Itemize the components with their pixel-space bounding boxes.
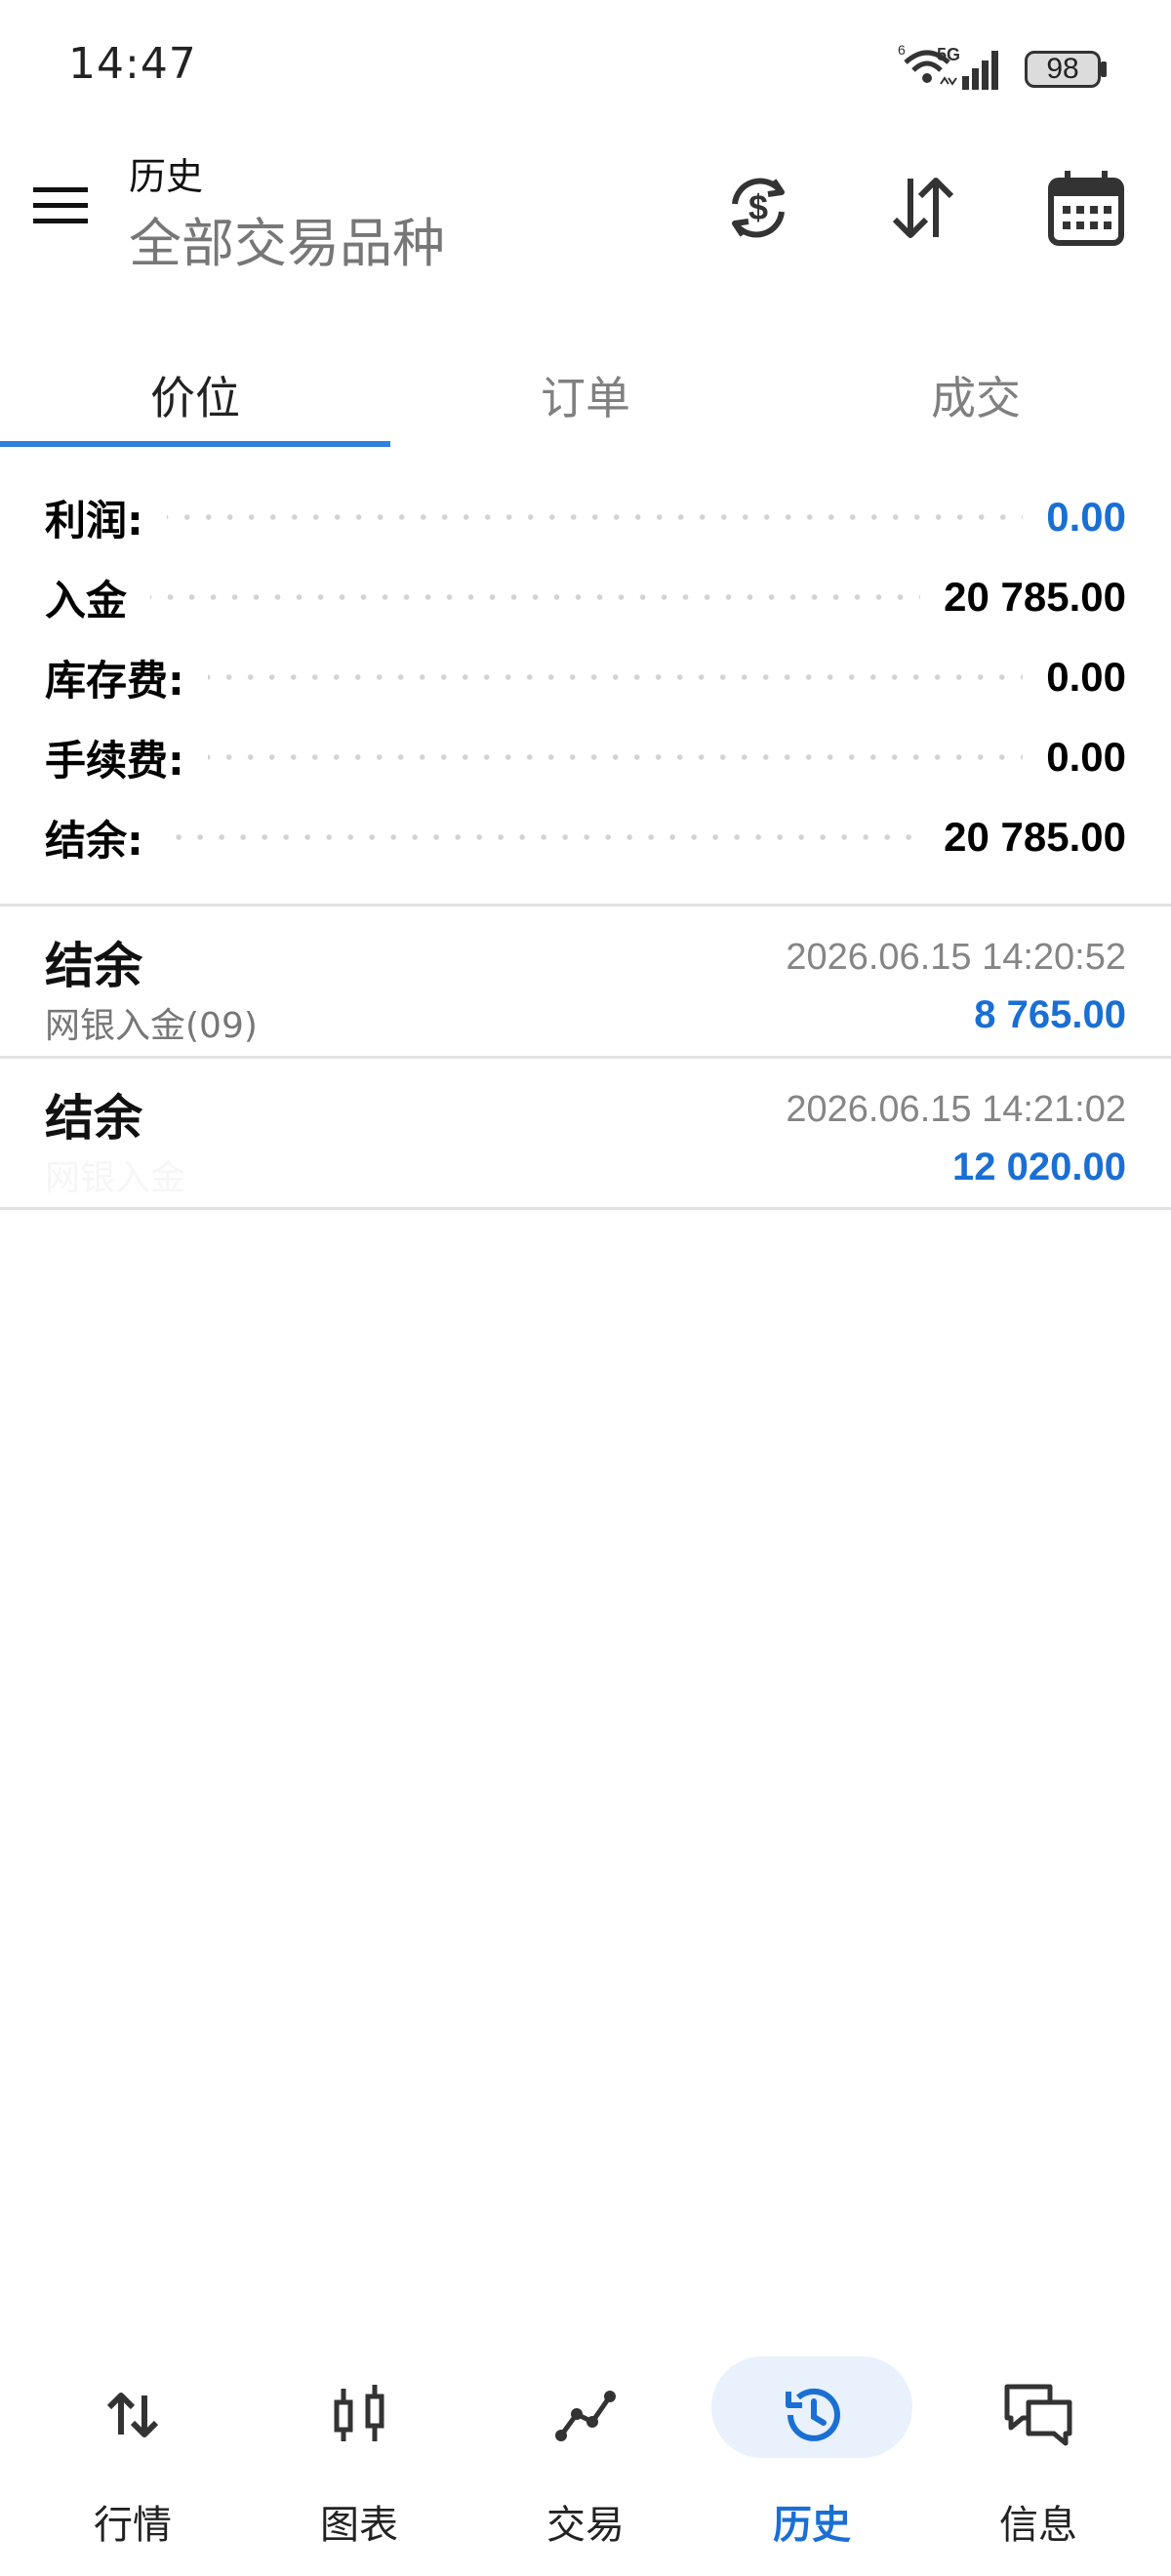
currency-refresh-button[interactable]: $ xyxy=(714,164,802,252)
dot-leader xyxy=(207,754,1024,760)
nav-label: 信息 xyxy=(999,2503,1077,2548)
record-amount: 8 765.00 xyxy=(974,993,1126,1036)
divider xyxy=(0,1207,1171,1210)
dot-leader xyxy=(166,834,921,840)
nav-charts[interactable]: 图表 xyxy=(262,2356,457,2548)
record-amount: 12 020.00 xyxy=(952,1146,1126,1188)
dot-leader xyxy=(207,674,1024,680)
menu-button[interactable] xyxy=(29,176,98,234)
divider xyxy=(0,1056,1171,1059)
record-comment: 网银入金 xyxy=(45,1158,186,1198)
currency-refresh-icon: $ xyxy=(732,178,785,238)
nav-label: 交易 xyxy=(546,2503,625,2548)
chat-messages-icon xyxy=(985,2376,1092,2454)
battery-icon: 98 xyxy=(1025,51,1101,88)
history-clock-icon xyxy=(758,2376,866,2454)
summary-row-profit: 利润: 0.00 xyxy=(45,488,1126,546)
tab-positions[interactable]: 价位 xyxy=(0,342,390,449)
nav-label: 行情 xyxy=(94,2503,172,2548)
battery-tip xyxy=(1101,61,1107,77)
summary-row-balance: 结余: 20 785.00 xyxy=(45,808,1126,866)
dot-leader xyxy=(150,594,921,600)
network-type: 5G xyxy=(937,45,960,64)
nav-label: 图表 xyxy=(320,2503,398,2548)
trade-line-icon xyxy=(532,2376,639,2454)
summary-value: 0.00 xyxy=(1046,734,1126,780)
summary-row-swap: 库存费: 0.00 xyxy=(45,648,1126,706)
calendar-button[interactable] xyxy=(1042,164,1130,252)
dot-leader xyxy=(166,514,1024,520)
divider xyxy=(0,904,1171,906)
summary-value: 0.00 xyxy=(1046,654,1126,700)
record-type: 结余 xyxy=(45,1090,142,1147)
summary-value: 20 785.00 xyxy=(944,574,1126,620)
status-time: 14:47 xyxy=(68,39,197,89)
signal-icon: 5G xyxy=(937,45,998,90)
tab-orders[interactable]: 订单 xyxy=(390,342,781,449)
record-comment: 网银入金(09) xyxy=(45,1006,258,1046)
battery-level: 98 xyxy=(1046,53,1079,85)
sort-button[interactable] xyxy=(878,164,966,252)
list-item[interactable]: 结余 网银入金 2026.06.15 14:21:02 12 020.00 xyxy=(0,1060,1171,1206)
nav-history[interactable]: 历史 xyxy=(711,2356,912,2548)
summary-label: 利润: xyxy=(45,496,143,544)
svg-text:$: $ xyxy=(748,187,768,227)
nav-label: 历史 xyxy=(773,2503,851,2548)
summary-row-commission: 手续费: 0.00 xyxy=(45,728,1126,786)
sort-arrows-icon xyxy=(892,178,954,238)
summary-value: 20 785.00 xyxy=(944,814,1126,860)
summary-row-deposit: 入金 20 785.00 xyxy=(45,568,1126,626)
nav-trade[interactable]: 交易 xyxy=(488,2356,683,2548)
summary-label: 入金 xyxy=(45,576,128,624)
summary-label: 库存费: xyxy=(45,656,184,704)
record-type: 结余 xyxy=(45,938,142,994)
record-datetime: 2026.06.15 14:20:52 xyxy=(786,937,1126,978)
quotes-arrows-icon xyxy=(79,2376,186,2454)
tab-indicator xyxy=(0,441,390,447)
summary-label: 结余: xyxy=(45,816,143,865)
page-title: 历史 xyxy=(129,155,204,198)
candlestick-chart-icon xyxy=(305,2376,413,2454)
nav-messages[interactable]: 信息 xyxy=(941,2356,1136,2548)
calendar-icon xyxy=(1048,171,1124,246)
svg-text:6: 6 xyxy=(898,42,906,58)
tab-deals[interactable]: 成交 xyxy=(781,342,1171,449)
record-datetime: 2026.06.15 14:21:02 xyxy=(786,1089,1126,1130)
summary-label: 手续费: xyxy=(45,736,184,785)
hamburger-icon xyxy=(33,187,88,223)
list-item[interactable]: 结余 网银入金(09) 2026.06.15 14:20:52 8 765.00 xyxy=(0,907,1171,1054)
nav-quotes[interactable]: 行情 xyxy=(35,2356,230,2548)
summary-value: 0.00 xyxy=(1046,494,1126,540)
symbol-filter[interactable]: 全部交易品种 xyxy=(129,200,445,277)
